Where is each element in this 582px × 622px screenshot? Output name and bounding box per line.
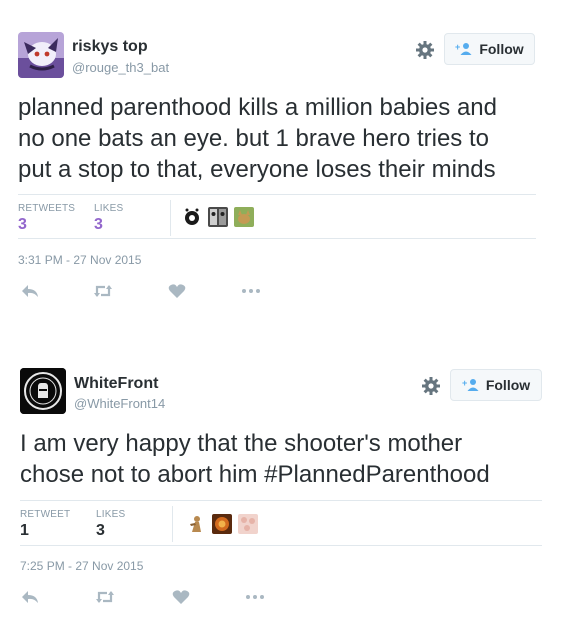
- liker-avatar[interactable]: [238, 514, 258, 534]
- follow-button[interactable]: + Follow: [450, 369, 542, 401]
- reply-icon[interactable]: [20, 282, 42, 300]
- follow-button[interactable]: + Follow: [444, 33, 535, 65]
- tweet-text-line: I am very happy that the shooter's mothe…: [20, 430, 463, 457]
- likes-count[interactable]: 3: [94, 216, 103, 234]
- display-name[interactable]: riskys top: [72, 38, 148, 56]
- reply-icon[interactable]: [20, 588, 42, 606]
- gear-icon[interactable]: [415, 40, 435, 60]
- tweet-text-line: planned parenthood kills a million babie…: [18, 94, 497, 121]
- divider: [18, 238, 536, 239]
- likes-label[interactable]: LIKES: [94, 203, 123, 214]
- liker-avatar[interactable]: [182, 207, 202, 227]
- tweet-text-line: no one bats an eye. but 1 brave hero tri…: [18, 125, 489, 152]
- likes-label[interactable]: LIKES: [96, 509, 125, 520]
- retweets-label[interactable]: RETWEET: [20, 509, 70, 520]
- username[interactable]: @rouge_th3_bat: [72, 60, 169, 75]
- timestamp[interactable]: 3:31 PM - 27 Nov 2015: [18, 253, 141, 267]
- avatar[interactable]: [20, 368, 66, 414]
- likes-count[interactable]: 3: [96, 522, 105, 540]
- avatar[interactable]: [18, 32, 64, 78]
- liker-avatar[interactable]: [208, 207, 228, 227]
- timestamp[interactable]: 7:25 PM - 27 Nov 2015: [20, 559, 143, 573]
- tweet-text-line: chose not to abort him #PlannedParenthoo…: [20, 461, 490, 488]
- divider: [20, 545, 542, 546]
- retweets-label[interactable]: RETWEETS: [18, 203, 75, 214]
- retweet-icon[interactable]: [94, 588, 116, 606]
- gear-icon[interactable]: [421, 376, 441, 396]
- tweet-text: planned parenthood kills a million babie…: [18, 92, 568, 185]
- tweet-2: WhiteFront @WhiteFront14 + Follow I am v…: [0, 320, 582, 622]
- liker-avatar[interactable]: [186, 514, 206, 534]
- divider: [170, 200, 171, 236]
- follow-label: Follow: [479, 41, 524, 57]
- retweets-count[interactable]: 1: [20, 522, 29, 540]
- more-icon[interactable]: [244, 588, 266, 606]
- retweets-count[interactable]: 3: [18, 216, 27, 234]
- more-icon[interactable]: [240, 282, 262, 300]
- tweet-text-line: put a stop to that, everyone loses their…: [18, 156, 496, 183]
- add-person-icon: +: [462, 378, 480, 392]
- retweet-icon[interactable]: [92, 282, 114, 300]
- divider: [20, 500, 542, 501]
- svg-text:+: +: [462, 378, 467, 388]
- heart-icon[interactable]: [170, 588, 192, 606]
- username[interactable]: @WhiteFront14: [74, 396, 165, 411]
- liker-avatar[interactable]: [234, 207, 254, 227]
- divider: [172, 506, 173, 542]
- tweet-1: riskys top @rouge_th3_bat + Follow plann…: [0, 0, 582, 320]
- divider: [18, 194, 536, 195]
- svg-text:+: +: [455, 42, 460, 52]
- heart-icon[interactable]: [166, 282, 188, 300]
- add-person-icon: +: [455, 42, 473, 56]
- follow-label: Follow: [485, 377, 531, 393]
- display-name[interactable]: WhiteFront: [74, 375, 158, 393]
- tweet-text: I am very happy that the shooter's mothe…: [20, 428, 570, 490]
- liker-avatar[interactable]: [212, 514, 232, 534]
